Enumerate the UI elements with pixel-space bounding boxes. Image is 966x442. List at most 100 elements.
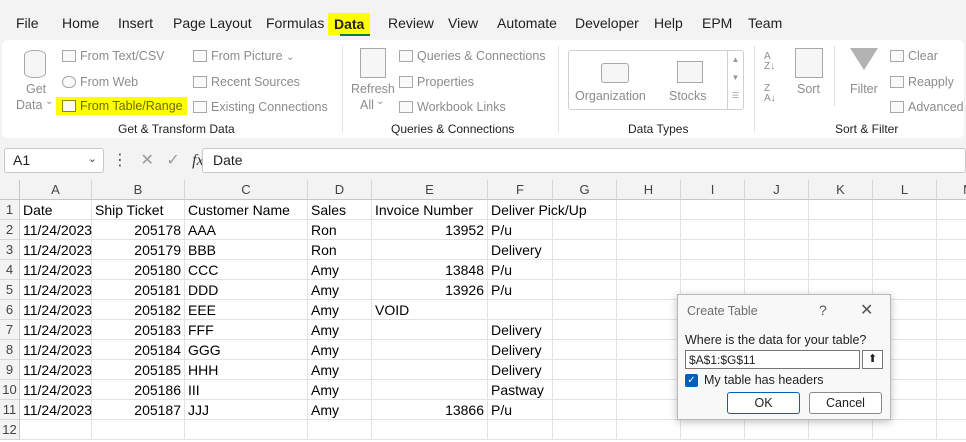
cell[interactable]: [553, 300, 617, 320]
cell[interactable]: [617, 420, 681, 440]
column-header-l[interactable]: L: [873, 180, 937, 200]
sort-za-button[interactable]: Z A↓: [764, 84, 782, 106]
cell[interactable]: [809, 240, 873, 260]
cell[interactable]: [553, 320, 617, 340]
tab-epm[interactable]: EPM: [702, 15, 732, 31]
cell[interactable]: [553, 220, 617, 240]
column-header-i[interactable]: I: [681, 180, 745, 200]
column-header-g[interactable]: G: [553, 180, 617, 200]
cell[interactable]: 11/24/2023: [20, 340, 92, 360]
existing-connections-button[interactable]: Existing Connections: [193, 100, 328, 114]
column-header-m[interactable]: M: [937, 180, 966, 200]
tab-help[interactable]: Help: [654, 15, 683, 31]
cell[interactable]: HHH: [185, 360, 308, 380]
cell[interactable]: 11/24/2023: [20, 360, 92, 380]
cell[interactable]: [617, 340, 681, 360]
cell[interactable]: DDD: [185, 280, 308, 300]
cell[interactable]: [809, 420, 873, 440]
cell[interactable]: Customer Name: [185, 200, 308, 220]
cancel-icon[interactable]: ✕: [140, 152, 153, 169]
cell[interactable]: [372, 380, 488, 400]
cell[interactable]: P/u: [488, 280, 553, 300]
cell[interactable]: [809, 200, 873, 220]
cell[interactable]: [553, 260, 617, 280]
row-header-5[interactable]: 5: [0, 280, 20, 300]
cell[interactable]: [681, 220, 745, 240]
headers-checkbox[interactable]: ✓: [685, 374, 698, 387]
cell[interactable]: P/u: [488, 400, 553, 420]
organization-button[interactable]: Organization: [573, 55, 655, 107]
from-text-csv-button[interactable]: From Text/CSV: [62, 49, 165, 63]
cell[interactable]: [553, 400, 617, 420]
cell[interactable]: [873, 220, 937, 240]
column-header-e[interactable]: E: [372, 180, 488, 200]
cell[interactable]: [488, 420, 553, 440]
cell[interactable]: [617, 380, 681, 400]
cell[interactable]: [185, 420, 308, 440]
cell[interactable]: [745, 200, 809, 220]
ok-button[interactable]: OK: [727, 392, 800, 414]
cell[interactable]: [681, 200, 745, 220]
cell[interactable]: [617, 240, 681, 260]
clear-button[interactable]: Clear: [890, 49, 938, 63]
cell[interactable]: 205184: [92, 340, 185, 360]
cell[interactable]: [617, 300, 681, 320]
cell[interactable]: [937, 220, 966, 240]
cell[interactable]: 11/24/2023: [20, 300, 92, 320]
cell[interactable]: [617, 200, 681, 220]
tab-developer[interactable]: Developer: [575, 15, 639, 31]
cell[interactable]: Amy: [308, 400, 372, 420]
sort-az-button[interactable]: A Z↓: [764, 52, 782, 74]
tab-team[interactable]: Team: [748, 15, 782, 31]
cell[interactable]: Amy: [308, 340, 372, 360]
tab-review[interactable]: Review: [388, 15, 434, 31]
cell[interactable]: [20, 420, 92, 440]
collapse-dialog-button[interactable]: ⬆: [862, 350, 883, 369]
row-header-8[interactable]: 8: [0, 340, 20, 360]
cell[interactable]: GGG: [185, 340, 308, 360]
cell[interactable]: [937, 260, 966, 280]
cell[interactable]: JJJ: [185, 400, 308, 420]
cell[interactable]: P/u: [488, 260, 553, 280]
properties-button[interactable]: Properties: [399, 75, 474, 89]
from-picture-button[interactable]: From Picture ⌄: [193, 49, 294, 63]
cell[interactable]: [372, 240, 488, 260]
cell[interactable]: 205180: [92, 260, 185, 280]
cell[interactable]: Delivery: [488, 240, 553, 260]
headers-checkbox-label[interactable]: My table has headers: [704, 373, 824, 387]
cell[interactable]: Sales: [308, 200, 372, 220]
cell[interactable]: Ron: [308, 220, 372, 240]
cell[interactable]: 205186: [92, 380, 185, 400]
cell[interactable]: 13926: [372, 280, 488, 300]
cell[interactable]: 13866: [372, 400, 488, 420]
cell[interactable]: [372, 320, 488, 340]
cell[interactable]: 11/24/2023: [20, 380, 92, 400]
advanced-button[interactable]: Advanced: [890, 100, 964, 114]
queries-connections-button[interactable]: Queries & Connections: [399, 49, 546, 63]
cell[interactable]: [617, 220, 681, 240]
cell[interactable]: [553, 420, 617, 440]
chevron-down-icon[interactable]: ⌄: [88, 152, 97, 165]
cell[interactable]: 11/24/2023: [20, 240, 92, 260]
cell[interactable]: III: [185, 380, 308, 400]
from-table-range-button[interactable]: From Table/Range: [56, 97, 187, 115]
cell[interactable]: Amy: [308, 320, 372, 340]
cell[interactable]: [809, 260, 873, 280]
cell[interactable]: [488, 300, 553, 320]
cell[interactable]: [553, 240, 617, 260]
name-box[interactable]: A1 ⌄: [4, 148, 104, 173]
cell[interactable]: 205182: [92, 300, 185, 320]
from-web-button[interactable]: From Web: [62, 75, 138, 89]
cell[interactable]: Amy: [308, 360, 372, 380]
cell[interactable]: 11/24/2023: [20, 400, 92, 420]
cell[interactable]: FFF: [185, 320, 308, 340]
cell[interactable]: [617, 400, 681, 420]
cell[interactable]: VOID: [372, 300, 488, 320]
select-all-corner[interactable]: [0, 180, 20, 200]
row-header-12[interactable]: 12: [0, 420, 20, 440]
cell[interactable]: 205179: [92, 240, 185, 260]
cell[interactable]: [308, 420, 372, 440]
filter-button[interactable]: Filter: [844, 46, 884, 106]
column-header-b[interactable]: B: [92, 180, 185, 200]
cell[interactable]: [681, 240, 745, 260]
